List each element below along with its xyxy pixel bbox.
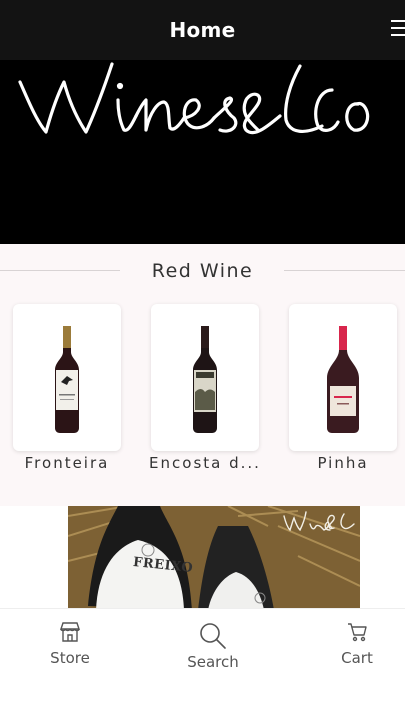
page-title: Home <box>169 18 236 42</box>
section-header: Red Wine <box>0 256 405 286</box>
nav-item-cart[interactable]: Cart <box>307 621 405 667</box>
product-name[interactable]: Encosta d... <box>143 454 267 472</box>
wine-bottle-image <box>55 326 79 433</box>
product-name[interactable]: Pinha <box>281 454 405 472</box>
hamburger-menu-icon[interactable] <box>391 20 405 38</box>
cart-icon <box>348 623 367 642</box>
promo-banner[interactable]: FREIXO <box>68 506 360 610</box>
bottom-navigation: Store Search Cart <box>0 608 405 725</box>
product-card[interactable] <box>151 304 259 451</box>
section-title: Red Wine <box>151 260 254 282</box>
store-icon <box>60 622 80 642</box>
nav-item-store[interactable]: Store <box>20 621 120 667</box>
search-icon <box>200 623 226 649</box>
product-name[interactable]: Fronteira <box>5 454 129 472</box>
brand-logo <box>18 62 370 135</box>
product-card[interactable] <box>289 304 397 451</box>
hero-banner[interactable] <box>0 60 405 244</box>
nav-label: Search <box>187 653 239 671</box>
wine-bottle-image <box>327 326 359 433</box>
product-card[interactable] <box>13 304 121 451</box>
nav-label: Store <box>50 649 90 667</box>
top-app-bar: Home <box>0 0 405 60</box>
promo-photo <box>68 506 360 610</box>
divider <box>284 270 405 271</box>
nav-label: Cart <box>341 649 373 667</box>
red-wine-section: Red Wine Fronteira Encosta d... Pinha <box>0 244 405 506</box>
wine-bottle-image <box>193 326 217 433</box>
nav-item-search[interactable]: Search <box>163 621 263 671</box>
